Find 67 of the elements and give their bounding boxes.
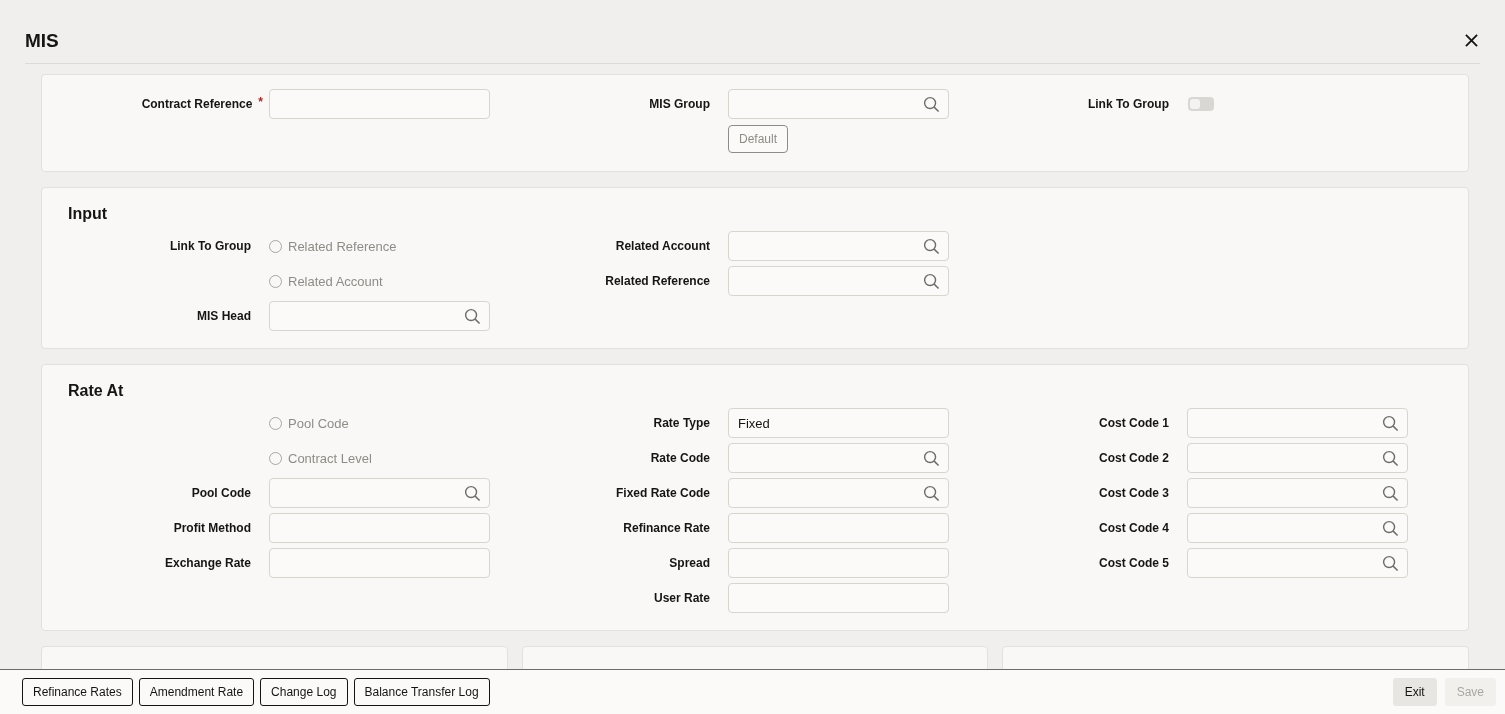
close-icon[interactable] [1465, 34, 1478, 47]
section-heading: Input [68, 205, 109, 223]
field-label: Fixed Rate Code [615, 486, 710, 500]
field-label: User Rate [653, 591, 710, 605]
input-field[interactable] [269, 548, 490, 578]
lookup-field[interactable] [728, 478, 949, 508]
lookup-field[interactable] [1187, 408, 1408, 438]
search-icon[interactable] [1382, 554, 1399, 572]
field-label: MIS Head [197, 309, 251, 323]
field-label: Contract Reference [141, 97, 253, 111]
lookup-field[interactable] [728, 89, 949, 119]
lookup-field[interactable] [1187, 443, 1408, 473]
search-icon[interactable] [1382, 449, 1399, 467]
field-label: Related Reference [605, 274, 710, 288]
field-label: Cost Code 3 [1099, 486, 1169, 500]
field-label: Exchange Rate [164, 556, 251, 570]
field-label: Cost Code 5 [1099, 556, 1169, 570]
search-icon[interactable] [923, 95, 940, 113]
lookup-field[interactable] [1187, 513, 1408, 543]
lookup-field[interactable] [728, 443, 949, 473]
action-button[interactable]: Balance Transfer Log [353, 678, 490, 706]
field-label: Cost Code 1 [1099, 416, 1169, 430]
radio-label: Related Reference [288, 238, 397, 254]
toggle-switch[interactable] [1188, 97, 1214, 111]
lookup-field[interactable] [269, 301, 490, 331]
radio-label: Pool Code [288, 415, 349, 431]
input-field[interactable]: Fixed [728, 408, 949, 438]
input-field[interactable] [728, 513, 949, 543]
field-label: Pool Code [191, 486, 251, 500]
search-icon[interactable] [923, 272, 940, 290]
lookup-field[interactable] [728, 266, 949, 296]
lookup-field[interactable] [1187, 548, 1408, 578]
input-field[interactable] [269, 89, 490, 119]
field-label: Related Account [615, 239, 710, 253]
radio-label: Contract Level [288, 450, 372, 466]
field-label: Cost Code 2 [1099, 451, 1169, 465]
action-button[interactable]: Exit [1392, 678, 1437, 706]
search-icon[interactable] [923, 484, 940, 502]
lookup-field[interactable] [728, 231, 949, 261]
field-label: Rate Type [653, 416, 710, 430]
field-label: Cost Code 4 [1099, 521, 1169, 535]
section-heading: Rate At [68, 382, 125, 400]
radio-label: Related Account [288, 273, 383, 289]
lookup-field[interactable] [1187, 478, 1408, 508]
input-field[interactable] [728, 548, 949, 578]
field-label: Spread [669, 556, 710, 570]
search-icon[interactable] [923, 237, 940, 255]
field-label: Link To Group [169, 239, 251, 253]
search-icon[interactable] [464, 307, 481, 325]
action-button[interactable]: Amendment Rate [138, 678, 255, 706]
input-field[interactable] [728, 583, 949, 613]
search-icon[interactable] [1382, 414, 1399, 432]
lookup-field[interactable] [269, 478, 490, 508]
dialog-title: MIS [25, 29, 59, 52]
field-label: Rate Code [650, 451, 710, 465]
required-mark: * [258, 95, 263, 109]
search-icon[interactable] [923, 449, 940, 467]
action-button[interactable]: Change Log [260, 678, 348, 706]
search-icon[interactable] [464, 484, 481, 502]
field-label: MIS Group [649, 97, 710, 111]
action-button[interactable]: Refinance Rates [22, 678, 133, 706]
field-label: Profit Method [173, 521, 251, 535]
input-field[interactable] [269, 513, 490, 543]
field-label: Refinance Rate [623, 521, 710, 535]
search-icon[interactable] [1382, 484, 1399, 502]
field-label: Link To Group [1087, 97, 1169, 111]
search-icon[interactable] [1382, 519, 1399, 537]
